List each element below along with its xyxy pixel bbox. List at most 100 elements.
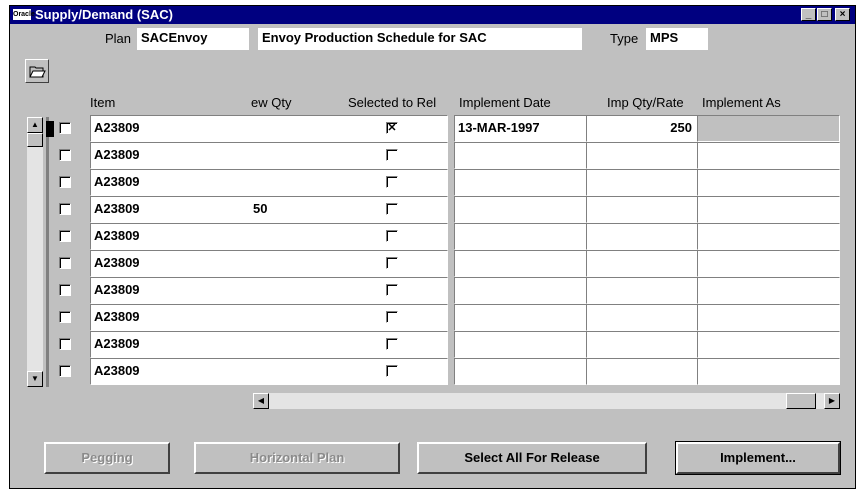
imp-qty-rate-cell[interactable] <box>586 358 698 385</box>
implement-date-cell[interactable] <box>454 196 587 223</box>
plan-description-field[interactable]: Envoy Production Schedule for SAC <box>258 28 582 50</box>
imp-qty-rate-cell[interactable] <box>586 277 698 304</box>
title-bar[interactable]: Oracle Supply/Demand (SAC) _ □ × <box>10 6 855 24</box>
horizontal-plan-button[interactable]: Horizontal Plan <box>194 442 400 474</box>
implement-date-cell[interactable] <box>454 304 587 331</box>
imp-qty-rate-cell[interactable] <box>586 331 698 358</box>
scroll-left-button[interactable]: ◀ <box>253 393 269 409</box>
new-qty-cell[interactable] <box>251 142 448 169</box>
scroll-down-button[interactable]: ▼ <box>27 371 43 387</box>
imp-qty-rate-cell[interactable] <box>586 304 698 331</box>
selected-to-release-checkbox[interactable] <box>386 149 398 161</box>
selected-to-release-checkbox[interactable]: ✕ <box>386 122 398 134</box>
item-cell[interactable]: A23809 <box>90 115 252 142</box>
row-select-checkbox[interactable] <box>59 284 71 296</box>
column-header-implement-as: Implement As <box>702 95 781 110</box>
row-select-checkbox[interactable] <box>59 149 71 161</box>
implement-as-cell[interactable] <box>697 358 840 385</box>
item-cell[interactable]: A23809 <box>90 304 252 331</box>
pegging-button[interactable]: Pegging <box>44 442 170 474</box>
vertical-scrollbar[interactable]: ▲ ▼ <box>27 117 43 387</box>
implement-date-cell[interactable] <box>454 169 587 196</box>
item-cell[interactable]: A23809 <box>90 277 252 304</box>
new-qty-cell[interactable]: 50 <box>251 196 448 223</box>
implement-as-cell[interactable] <box>697 115 840 142</box>
column-header-item: Item <box>90 95 116 110</box>
implement-button[interactable]: Implement... <box>675 441 841 475</box>
window-title: Supply/Demand (SAC) <box>35 7 173 22</box>
selected-to-release-checkbox[interactable] <box>386 311 398 323</box>
imp-qty-rate-cell[interactable] <box>586 250 698 277</box>
new-qty-cell[interactable] <box>251 223 448 250</box>
implement-date-cell[interactable] <box>454 358 587 385</box>
imp-qty-rate-cell[interactable]: 250 <box>586 115 698 142</box>
new-qty-cell[interactable] <box>251 331 448 358</box>
implement-date-cell[interactable] <box>454 250 587 277</box>
folder-open-icon <box>29 66 46 78</box>
implement-as-cell[interactable] <box>697 331 840 358</box>
selected-to-release-checkbox[interactable] <box>386 203 398 215</box>
horizontal-scrollbar[interactable]: ◀ ▶ <box>253 393 840 409</box>
new-qty-cell[interactable] <box>251 304 448 331</box>
oracle-app-icon: Oracle <box>13 9 35 20</box>
scroll-up-button[interactable]: ▲ <box>27 117 43 133</box>
selected-to-release-checkbox[interactable] <box>386 257 398 269</box>
imp-qty-rate-cell[interactable] <box>586 223 698 250</box>
item-cell[interactable]: A23809 <box>90 358 252 385</box>
plan-label: Plan <box>105 31 132 46</box>
close-button[interactable]: × <box>835 8 850 21</box>
implement-as-cell[interactable] <box>697 196 840 223</box>
implement-as-cell[interactable] <box>697 223 840 250</box>
imp-qty-rate-cell[interactable] <box>586 142 698 169</box>
implement-as-cell[interactable] <box>697 277 840 304</box>
new-qty-cell[interactable] <box>251 169 448 196</box>
type-label: Type <box>610 31 639 46</box>
implement-as-cell[interactable] <box>697 142 840 169</box>
row-select-checkbox[interactable] <box>59 230 71 242</box>
imp-qty-rate-cell[interactable] <box>586 169 698 196</box>
item-cell[interactable]: A23809 <box>90 250 252 277</box>
column-header-implement-date: Implement Date <box>459 95 551 110</box>
row-select-checkbox[interactable] <box>59 257 71 269</box>
new-qty-cell[interactable] <box>251 115 448 142</box>
implement-date-cell[interactable] <box>454 142 587 169</box>
plan-field[interactable]: SACEnvoy <box>137 28 249 50</box>
maximize-button[interactable]: □ <box>817 8 832 21</box>
row-select-checkbox[interactable] <box>59 365 71 377</box>
implement-as-cell[interactable] <box>697 169 840 196</box>
select-all-for-release-button[interactable]: Select All For Release <box>417 442 647 474</box>
row-select-checkbox[interactable] <box>59 122 71 134</box>
selected-to-release-checkbox[interactable] <box>386 176 398 188</box>
new-qty-cell[interactable] <box>251 358 448 385</box>
row-select-checkbox[interactable] <box>59 203 71 215</box>
row-select-checkbox[interactable] <box>59 176 71 188</box>
row-select-checkbox[interactable] <box>59 338 71 350</box>
scroll-right-button[interactable]: ▶ <box>824 393 840 409</box>
item-cell[interactable]: A23809 <box>90 142 252 169</box>
item-cell[interactable]: A23809 <box>90 169 252 196</box>
selected-to-release-checkbox[interactable] <box>386 284 398 296</box>
imp-qty-rate-cell[interactable] <box>586 196 698 223</box>
horizontal-scroll-thumb[interactable] <box>786 393 816 409</box>
implement-as-cell[interactable] <box>697 250 840 277</box>
new-qty-cell[interactable] <box>251 277 448 304</box>
column-header-new-qty: ew Qty <box>251 95 292 110</box>
new-qty-cell[interactable] <box>251 250 448 277</box>
implement-as-cell[interactable] <box>697 304 840 331</box>
item-cell[interactable]: A23809 <box>90 331 252 358</box>
implement-date-cell[interactable] <box>454 331 587 358</box>
vertical-scroll-thumb[interactable] <box>27 133 43 147</box>
item-cell[interactable]: A23809 <box>90 196 252 223</box>
row-select-checkbox[interactable] <box>59 311 71 323</box>
selected-to-release-checkbox[interactable] <box>386 338 398 350</box>
implement-date-cell[interactable] <box>454 223 587 250</box>
implement-date-cell[interactable] <box>454 277 587 304</box>
type-field[interactable]: MPS <box>646 28 708 50</box>
open-folder-button[interactable] <box>25 59 49 83</box>
selected-to-release-checkbox[interactable] <box>386 230 398 242</box>
selected-to-release-checkbox[interactable] <box>386 365 398 377</box>
implement-date-cell[interactable]: 13-MAR-1997 <box>454 115 587 142</box>
minimize-button[interactable]: _ <box>801 8 816 21</box>
column-header-selected: Selected to Rel <box>348 95 437 110</box>
item-cell[interactable]: A23809 <box>90 223 252 250</box>
